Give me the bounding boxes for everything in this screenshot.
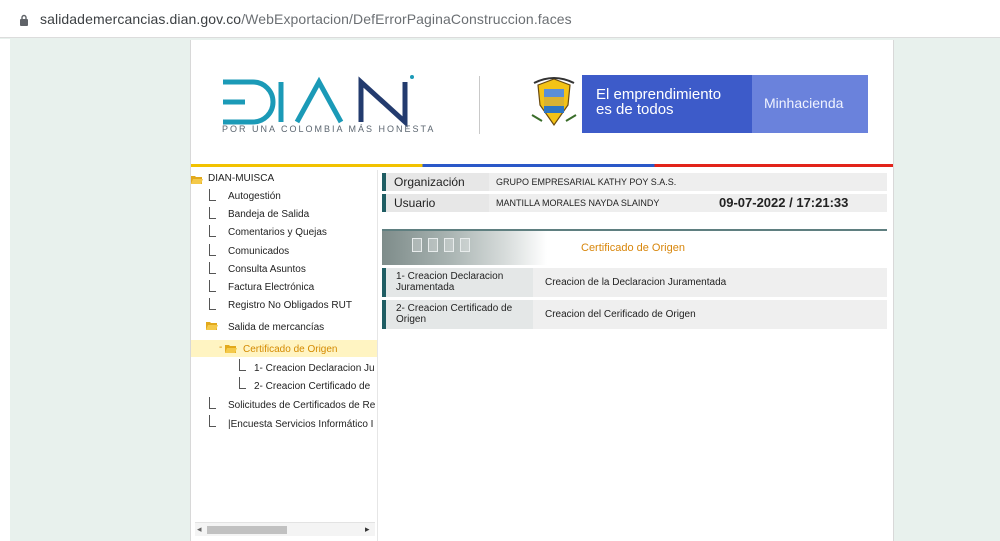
menu-item-declaracion[interactable]: 1- Creacion Declaracion Juramentada Crea… — [382, 268, 887, 297]
url-text[interactable]: salidademercancias.dian.gov.co/WebExport… — [40, 11, 572, 27]
tree-item-consulta[interactable]: Consulta Asuntos — [228, 264, 306, 275]
government-banner: El emprendimiento es de todos Minhaciend… — [526, 75, 868, 133]
tree-item-comentarios[interactable]: Comentarios y Quejas — [228, 227, 327, 238]
tree-connector — [209, 415, 216, 427]
nav-tree: DIAN-MUISCA Autogestión Bandeja de Salid… — [191, 170, 377, 541]
tree-item-registro[interactable]: Registro No Obligados RUT — [228, 300, 352, 311]
tree-connector — [209, 298, 216, 310]
banner-slogan: El emprendimiento es de todos — [582, 75, 752, 133]
tree-connector — [239, 377, 246, 389]
section-banner: Certificado de Origen — [382, 229, 887, 265]
user-row: Usuario MANTILLA MORALES NAYDA SLAINDY 0… — [382, 194, 887, 212]
menu-item-key[interactable]: 2- Creacion Certificado de Origen — [382, 300, 533, 329]
tree-subitem-certificado[interactable]: 2- Creacion Certificado de — [254, 381, 370, 392]
banner-photo — [382, 231, 547, 265]
user-label: Usuario — [382, 194, 489, 212]
tree-connector — [209, 225, 216, 237]
scroll-right-icon[interactable]: ▸ — [365, 524, 370, 535]
url-path: /WebExportacion/DefErrorPaginaConstrucci… — [241, 11, 572, 27]
address-bar[interactable]: salidademercancias.dian.gov.co/WebExport… — [0, 0, 1000, 38]
ministry-badge: Minhacienda — [752, 75, 868, 133]
tree-connector — [209, 207, 216, 219]
tree-item-autogestion[interactable]: Autogestión — [228, 191, 281, 202]
dian-tagline: POR UNA COLOMBIA MÁS HONESTA — [222, 124, 436, 134]
menu-item-certificado[interactable]: 2- Creacion Certificado de Origen Creaci… — [382, 300, 887, 329]
folder-open-icon — [191, 176, 203, 184]
user-value: MANTILLA MORALES NAYDA SLAINDY — [496, 198, 660, 208]
tree-item-encuesta[interactable]: |Encuesta Servicios Informático I — [228, 419, 373, 430]
tree-folder-salida[interactable]: Salida de mercancías — [228, 322, 324, 333]
scroll-thumb[interactable] — [207, 526, 287, 534]
organization-value: GRUPO EMPRESARIAL KATHY POY S.A.S. — [496, 177, 677, 187]
tree-connector — [209, 280, 216, 292]
flag-stripe — [191, 164, 893, 167]
lock-icon — [20, 14, 28, 26]
tree-horizontal-scrollbar[interactable]: ◂ ▸ — [195, 522, 375, 536]
menu-item-description: Creacion del Cerificado de Origen — [545, 309, 696, 320]
tree-root[interactable]: DIAN-MUISCA — [208, 173, 274, 184]
url-host: salidademercancias.dian.gov.co — [40, 11, 242, 27]
tree-connector — [209, 262, 216, 274]
tree-item-solicitudes[interactable]: Solicitudes de Certificados de Re — [228, 400, 375, 411]
tree-item-certificado-origen[interactable]: Certificado de Origen — [243, 344, 338, 355]
organization-label: Organización — [382, 173, 489, 191]
tree-connector — [209, 397, 216, 409]
banner-line1: El emprendimiento — [596, 86, 722, 103]
folder-open-icon — [206, 322, 218, 330]
tree-item-bandeja[interactable]: Bandeja de Salida — [228, 209, 309, 220]
scroll-left-icon[interactable]: ◂ — [197, 524, 202, 535]
tree-collapse-icon[interactable]: - — [219, 342, 222, 353]
colombia-shield-icon — [526, 75, 582, 133]
header-divider — [479, 76, 480, 134]
tree-connector — [239, 359, 246, 371]
tree-item-comunicados[interactable]: Comunicados — [228, 246, 289, 257]
site-header: POR UNA COLOMBIA MÁS HONESTA El emprendi… — [191, 40, 893, 164]
tree-connector — [209, 244, 216, 256]
banner-line2: es de todos — [596, 101, 674, 118]
tree-subitem-declaracion[interactable]: 1- Creacion Declaracion Ju — [254, 363, 375, 374]
session-datetime: 09-07-2022 / 17:21:33 — [719, 195, 849, 210]
section-title: Certificado de Origen — [581, 242, 685, 254]
folder-open-icon — [225, 345, 237, 353]
page-container: POR UNA COLOMBIA MÁS HONESTA El emprendi… — [190, 40, 894, 541]
menu-item-description: Creacion de la Declaracion Juramentada — [545, 277, 727, 288]
left-strip — [0, 39, 10, 541]
ministry-name: Minhacienda — [764, 95, 844, 111]
menu-item-key[interactable]: 1- Creacion Declaracion Juramentada — [382, 268, 533, 297]
tree-divider — [377, 170, 378, 541]
tree-connector — [209, 189, 216, 201]
organization-row: Organización GRUPO EMPRESARIAL KATHY POY… — [382, 173, 887, 191]
tree-item-factura[interactable]: Factura Electrónica — [228, 282, 314, 293]
